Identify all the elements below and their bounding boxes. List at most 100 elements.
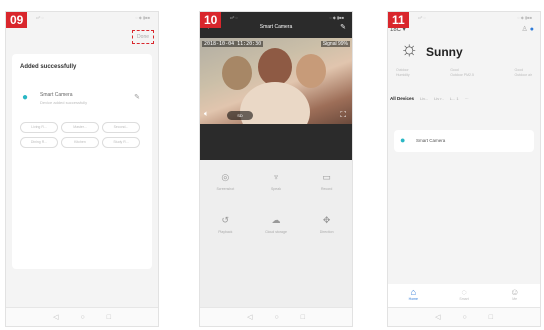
control-label: Record (321, 187, 333, 191)
control-label: Screenshot (216, 187, 235, 191)
weather-stat: Outdoor Humidity (396, 68, 410, 78)
smart-icon: ◌ (461, 287, 467, 297)
device-card[interactable]: ● Smart Camera (394, 130, 534, 152)
screenshot-button[interactable]: ◎ Screenshot (200, 172, 251, 191)
speaker-icon[interactable]: 🔈︎ (204, 109, 209, 119)
bottom-tab-bar: ⌂ Home ◌ Smart ☺ Me (388, 284, 540, 308)
step-badge: 09 (6, 12, 28, 28)
header-actions: ♙ ● (522, 25, 534, 33)
video-record-icon: ▭ (322, 172, 331, 182)
record-button[interactable]: ▭ Record (301, 172, 352, 191)
device-row[interactable]: ● Smart Camera Device added successfully… (22, 90, 142, 110)
cloud-storage-button[interactable]: ☁ Cloud storage (251, 215, 302, 234)
back-nav-icon[interactable]: ◁ (247, 313, 252, 321)
camera-title: Smart Camera (259, 24, 293, 30)
tab-all-devices[interactable]: All Devices (390, 96, 414, 101)
recent-nav-icon[interactable]: □ (489, 314, 493, 321)
phone-screen-home: 11 ••º ◌ ◌ ◆ ▮■■ 18C ▾ ♙ ● ☼ Sunny Outdo… (388, 12, 540, 326)
room-chip[interactable]: Living R... (20, 122, 58, 133)
weather-stat: Good Outdoor PM2.5 (450, 68, 474, 78)
back-nav-icon[interactable]: ◁ (53, 313, 58, 321)
tab-me[interactable]: ☺ Me (510, 284, 519, 308)
home-nav-icon[interactable]: ○ (274, 314, 278, 321)
added-title: Added successfully (20, 64, 77, 70)
control-grid: ◎ Screenshot ♆ Speak ▭ Record ↺ Playback… (200, 172, 352, 234)
direction-icon: ✥ (322, 215, 331, 225)
cloud-icon: ☁ (271, 215, 281, 225)
tab-label: Home (408, 297, 419, 301)
quality-toggle[interactable]: SD (227, 111, 253, 120)
video-toolbar (200, 124, 352, 160)
video-figure (296, 54, 326, 88)
status-bar: ••º ◌ ◌ ◆ ▮■■ (6, 15, 158, 23)
microphone-icon: ♆ (272, 172, 280, 182)
control-label: Playback (218, 230, 233, 234)
room-tab[interactable]: L... 1 (450, 96, 459, 101)
pencil-icon[interactable]: ✎ (134, 93, 140, 101)
camera-icon: ◎ (221, 172, 230, 182)
pencil-icon[interactable]: ✎ (340, 23, 346, 31)
status-bar: ••º ◌ ◌ ◆ ▮■■ (388, 15, 540, 23)
home-nav-icon[interactable]: ○ (80, 314, 84, 321)
video-figure (258, 48, 292, 86)
signal-label: Signal 99% (320, 41, 350, 47)
recent-nav-icon[interactable]: □ (301, 314, 305, 321)
video-timestamp: 2018-10-04 11:20:30 (202, 41, 264, 47)
device-name: Smart Camera (416, 138, 446, 143)
room-tab[interactable]: Liv r.. (434, 96, 444, 101)
home-icon: ⌂ (410, 287, 417, 297)
added-card: Added successfully ● Smart Camera Device… (12, 54, 152, 269)
step-badge: 10 (200, 12, 222, 28)
control-label: Cloud storage (265, 230, 287, 234)
live-video[interactable]: 2018-10-04 11:20:30 Signal 99% 🔈︎ SD ⛶ (200, 38, 352, 124)
camera-header: ••º ◌ ◌ ◆ ▮■■ ← Smart Camera ✎ (200, 12, 352, 38)
more-rooms-icon[interactable]: ··· (465, 96, 469, 101)
room-chip[interactable]: Kitchen (61, 137, 99, 148)
status-left: ••º ◌ (230, 15, 238, 20)
status-bar: ••º ◌ ◌ ◆ ▮■■ (200, 15, 352, 23)
phone-screen-added: 09 ••º ◌ ◌ ◆ ▮■■ Done Added successfully… (6, 12, 158, 326)
room-chip[interactable]: Dining R... (20, 137, 58, 148)
playback-button[interactable]: ↺ Playback (200, 215, 251, 234)
stat-caption: Humidity (396, 73, 410, 77)
stat-caption: Outdoor PM2.5 (450, 73, 474, 77)
done-button[interactable]: Done (132, 30, 154, 44)
mic-icon[interactable]: ♙ (522, 26, 528, 33)
status-left: ••º ◌ (418, 15, 426, 20)
room-chip[interactable]: Second... (102, 122, 140, 133)
stat-caption: Outdoor air (514, 73, 532, 77)
device-name: Smart Camera (40, 92, 73, 98)
room-chips: Living R... Master... Second... Dining R… (20, 122, 144, 148)
direction-button[interactable]: ✥ Direction (301, 215, 352, 234)
tab-label: Me (512, 297, 518, 301)
camera-icon: ● (22, 92, 29, 103)
profile-icon: ☺ (510, 287, 520, 297)
tab-home[interactable]: ⌂ Home (409, 284, 418, 308)
system-nav-bar: ◁ ○ □ (6, 307, 158, 326)
status-right: ◌ ◆ ▮■■ (135, 15, 150, 20)
recent-nav-icon[interactable]: □ (107, 314, 111, 321)
fullscreen-icon[interactable]: ⛶ (340, 110, 346, 120)
weather-stat: Good Outdoor air (514, 68, 532, 78)
tab-smart[interactable]: ◌ Smart (459, 284, 468, 308)
room-chip[interactable]: Master... (61, 122, 99, 133)
tab-label: Smart (459, 297, 469, 301)
playback-icon: ↺ (221, 215, 230, 225)
sun-icon: ☼ (400, 38, 419, 60)
weather-label: Sunny (426, 45, 463, 59)
home-nav-icon[interactable]: ○ (462, 314, 466, 321)
phone-screen-camera: 10 ••º ◌ ◌ ◆ ▮■■ ← Smart Camera ✎ 2018-1… (200, 12, 352, 326)
speak-button[interactable]: ♆ Speak (251, 172, 302, 191)
control-label: Speak (271, 187, 281, 191)
room-chip[interactable]: Study R... (102, 137, 140, 148)
system-nav-bar: ◁ ○ □ (200, 307, 352, 326)
device-sub: Device added successfully (40, 100, 88, 105)
back-nav-icon[interactable]: ◁ (435, 313, 440, 321)
add-device-icon[interactable]: ● (530, 26, 534, 33)
step-badge: 11 (388, 12, 409, 28)
room-tab[interactable]: Liv... (420, 96, 428, 101)
weather-stats: Outdoor Humidity Good Outdoor PM2.5 Good… (396, 68, 532, 78)
status-right: ◌ ◆ ▮■■ (329, 15, 344, 20)
room-tabs: All Devices Liv... Liv r.. L... 1 ··· (390, 96, 538, 101)
control-label: Direction (319, 230, 334, 234)
